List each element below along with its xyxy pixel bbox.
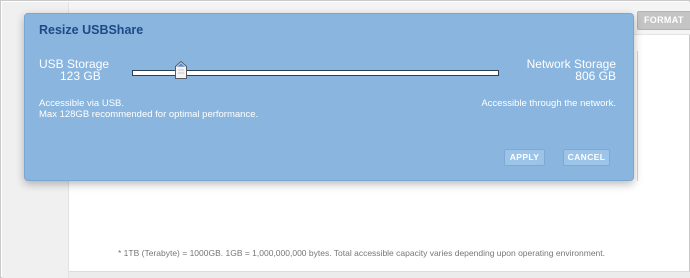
- network-storage-value: 806 GB: [575, 69, 616, 83]
- format-button[interactable]: FORMAT: [637, 11, 690, 30]
- capacity-footnote: * 1TB (Terabyte) = 1000GB. 1GB = 1,000,0…: [118, 248, 606, 258]
- cancel-button[interactable]: CANCEL: [563, 149, 610, 166]
- usb-description-line1: Accessible via USB.: [39, 98, 125, 109]
- resize-usbshare-dialog: Resize USBShare USB Storage 123 GB Netwo…: [24, 13, 634, 181]
- bottom-bar: [69, 271, 690, 278]
- network-description: Accessible through the network.: [481, 98, 616, 109]
- apply-button[interactable]: APPLY: [504, 149, 545, 166]
- slider-handle[interactable]: [174, 61, 187, 79]
- usb-storage-value: 123 GB: [60, 69, 101, 83]
- storage-split-slider-track[interactable]: [132, 70, 499, 76]
- dialog-title: Resize USBShare: [39, 23, 144, 37]
- usb-description-line2: Max 128GB recommended for optimal perfor…: [39, 109, 259, 120]
